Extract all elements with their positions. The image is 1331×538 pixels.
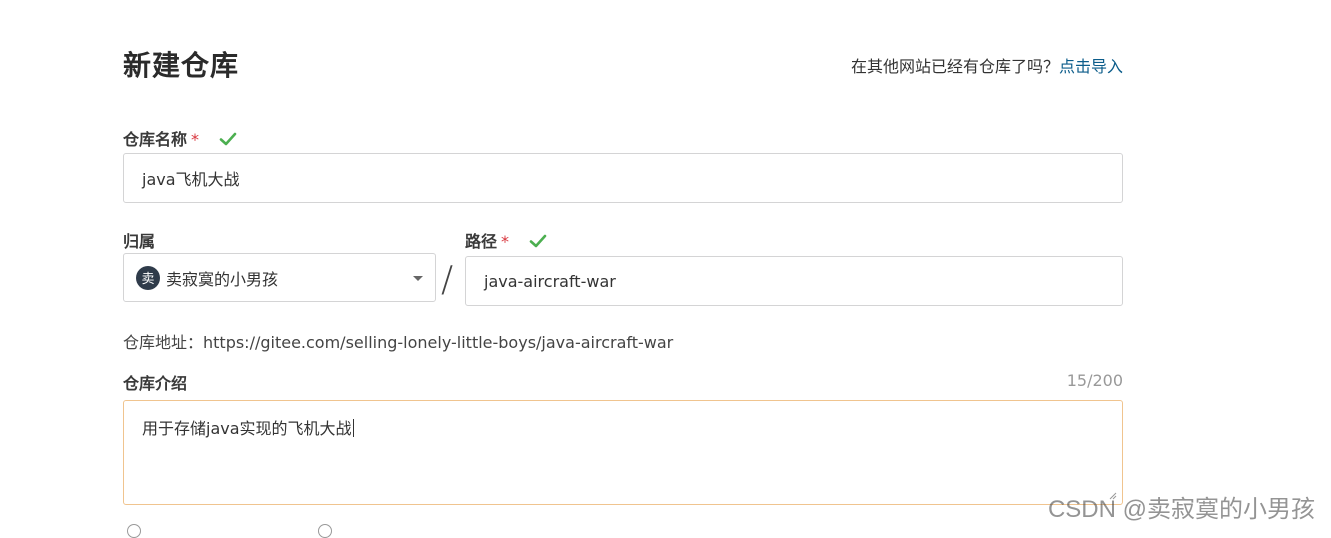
repo-name-input[interactable]: java飞机大战 bbox=[123, 153, 1123, 203]
owner-value: 卖寂寞的小男孩 bbox=[166, 269, 279, 289]
owner-select[interactable]: 卖 卖寂寞的小男孩 bbox=[123, 253, 436, 302]
path-value: java-aircraft-war bbox=[484, 271, 616, 291]
path-label: 路径 * bbox=[465, 228, 547, 252]
owner-label: 归属 bbox=[123, 232, 156, 251]
path-separator: / bbox=[441, 259, 454, 300]
description-textarea[interactable]: 用于存储java实现的飞机大战 bbox=[123, 400, 1123, 505]
char-counter: 15/200 bbox=[1066, 371, 1123, 390]
check-icon bbox=[219, 132, 236, 146]
import-link[interactable]: 点击导入 bbox=[1059, 57, 1123, 76]
repo-address: 仓库地址：https://gitee.com/selling-lonely-li… bbox=[123, 333, 674, 352]
path-label-text: 路径 bbox=[465, 232, 498, 251]
repo-name-label: 仓库名称 * bbox=[123, 126, 237, 150]
text-cursor bbox=[352, 419, 354, 437]
description-value: 用于存储java实现的飞机大战 bbox=[142, 419, 352, 438]
import-hint-text: 在其他网站已经有仓库了吗？ bbox=[850, 57, 1059, 76]
required-marker: * bbox=[191, 130, 200, 149]
import-hint: 在其他网站已经有仓库了吗？点击导入 bbox=[851, 53, 1123, 77]
avatar: 卖 bbox=[136, 265, 160, 290]
path-input[interactable]: java-aircraft-war bbox=[465, 256, 1123, 306]
description-label: 仓库介绍 bbox=[123, 374, 188, 393]
repo-name-value: java飞机大战 bbox=[142, 170, 240, 189]
required-marker: * bbox=[501, 232, 510, 251]
radio-icon[interactable] bbox=[127, 524, 141, 538]
check-icon bbox=[529, 234, 546, 248]
page-title: 新建仓库 bbox=[123, 49, 240, 82]
help-icon[interactable] bbox=[318, 524, 332, 538]
watermark: CSDN @卖寂寞的小男孩 bbox=[1047, 496, 1315, 523]
chevron-down-icon bbox=[413, 276, 423, 281]
repo-name-label-text: 仓库名称 bbox=[123, 130, 188, 149]
